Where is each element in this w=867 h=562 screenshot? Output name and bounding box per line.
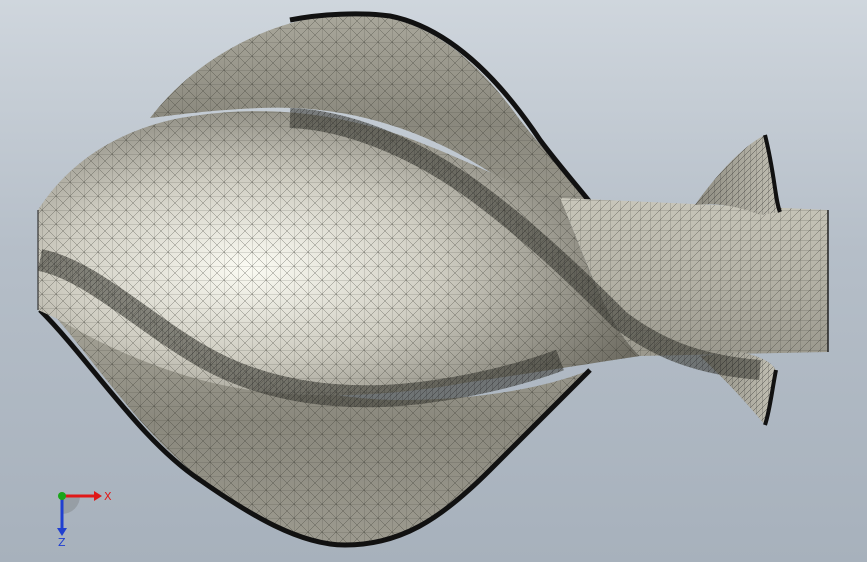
x-axis-arrowhead: [94, 491, 102, 501]
y-axis-dot: [58, 492, 66, 500]
x-axis-label: X: [104, 490, 112, 503]
z-axis-arrowhead: [57, 528, 67, 536]
meshed-model[interactable]: [0, 0, 867, 562]
graphics-viewport[interactable]: X Z: [0, 0, 867, 562]
z-axis-label: Z: [58, 536, 66, 548]
coordinate-triad: X Z: [57, 490, 112, 548]
